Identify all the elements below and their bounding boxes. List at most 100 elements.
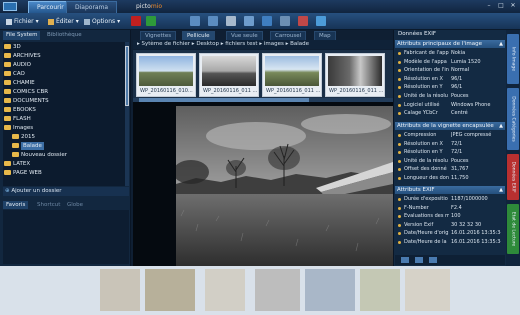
film-thumbnail[interactable] — [305, 269, 355, 311]
tree-item[interactable]: 2015 — [3, 133, 125, 141]
bottom-filmstrip — [0, 266, 520, 315]
tree-item[interactable]: DOCUMENTS — [3, 97, 125, 105]
tree-item[interactable]: Images — [3, 124, 125, 132]
section-header[interactable]: Attributs de la vignette encapsulée ▲ — [395, 122, 505, 130]
tab-carrousel[interactable]: Carrousel — [270, 31, 307, 40]
rotate-icon[interactable] — [146, 16, 156, 26]
tree-item[interactable]: AUDIO — [3, 61, 125, 69]
film-thumbnail[interactable] — [405, 269, 450, 311]
tab-globe[interactable]: Globe — [64, 201, 86, 209]
tree-item[interactable]: FLASH — [3, 115, 125, 123]
thumbnail[interactable]: WP_20160116_011 ... — [325, 53, 385, 97]
tree-item-label: Nouveau dossier — [21, 152, 67, 158]
thumbnail-strip: WP_20160116_010... WP_20160116_011 ... W… — [133, 50, 393, 98]
menu-editer[interactable]: Éditer ▾ — [45, 16, 82, 27]
exif-key: Modèle de l'appa — [404, 58, 447, 65]
folder-icon — [4, 71, 11, 76]
exif-key: Compression — [404, 132, 437, 138]
chevron-up-icon: ▲ — [499, 123, 503, 129]
folder-icon — [4, 89, 11, 94]
detail-view-icon[interactable] — [429, 257, 437, 263]
tree-item[interactable]: Nouveau dossier — [3, 151, 125, 159]
minimize-button[interactable]: – — [484, 2, 494, 10]
exif-value: Centré — [451, 110, 468, 117]
exif-row: Résolution en Y 72/1 — [395, 148, 505, 157]
tree-item-label: ARCHIVES — [13, 53, 41, 59]
tab-file-system[interactable]: File System — [3, 31, 41, 40]
tree-item[interactable]: CAO — [3, 70, 125, 78]
tree-scrollbar[interactable] — [125, 42, 129, 186]
tab-map[interactable]: Map — [314, 31, 336, 40]
menu-options-label: Options — [92, 18, 116, 25]
tree-item-label: PAGE WEB — [13, 170, 42, 176]
film-thumbnail[interactable] — [360, 269, 400, 311]
toolbar: Fichier ▾ Éditer ▾ Options ▾ — [0, 13, 520, 30]
side-tab-categories[interactable]: Données Catégories — [507, 88, 519, 150]
tab-bibliotheque[interactable]: Bibliothèque — [44, 31, 85, 40]
tab-vignettes[interactable]: Vignettes — [140, 31, 177, 40]
close-button[interactable]: ✕ — [508, 2, 518, 10]
exif-value: Pouces — [451, 93, 469, 99]
add-folder-button[interactable]: ⊕ Ajouter un dossier — [3, 187, 129, 196]
side-tab-lecture[interactable]: Etat de Lecture — [507, 204, 519, 254]
grid-view-icon[interactable] — [401, 257, 409, 263]
tree-item[interactable]: 3D — [3, 43, 125, 51]
refresh-icon[interactable] — [131, 16, 141, 26]
bullet-icon — [398, 206, 401, 210]
film-thumbnail[interactable] — [205, 269, 245, 311]
breadcrumb[interactable]: ▸ Sytème de fichier ▸ Desktop ▸ fichiers… — [133, 40, 393, 49]
tab-shortcut[interactable]: Shortcut — [34, 201, 63, 209]
film-thumbnail[interactable] — [255, 269, 300, 311]
tree-item[interactable]: EBOOKS — [3, 106, 125, 114]
email-icon[interactable] — [262, 16, 272, 26]
tree-item[interactable]: CHAMIE — [3, 79, 125, 87]
thumbnail[interactable]: WP_20160116_011 ... — [262, 53, 322, 97]
delete-icon[interactable] — [298, 16, 308, 26]
share-icon[interactable] — [280, 16, 290, 26]
folder-icon — [4, 80, 11, 85]
exif-row: Evaluations des m 100 — [395, 212, 505, 221]
tree-item-label: LATEX — [13, 161, 31, 167]
side-tab-exif[interactable]: Données EXIF — [507, 154, 519, 200]
exif-panel-footer — [395, 255, 505, 265]
tree-item[interactable]: LATEX — [3, 160, 125, 168]
tree-item-selected[interactable]: Balade — [3, 142, 125, 150]
image-viewer[interactable] — [133, 102, 393, 266]
folder-icon — [4, 44, 11, 49]
exif-key: Durée d'expositio — [404, 196, 448, 202]
forward-icon[interactable] — [208, 16, 218, 26]
list-view-icon[interactable] — [415, 257, 423, 263]
thumbnail[interactable]: WP_20160116_010... — [136, 53, 196, 97]
bullet-icon — [398, 151, 401, 155]
app-icon[interactable] — [3, 2, 17, 11]
tree-item[interactable]: ARCHIVES — [3, 52, 125, 60]
section-header[interactable]: Attributs EXIF ▲ — [395, 186, 505, 194]
view-icon[interactable] — [316, 16, 326, 26]
tab-pellicule[interactable]: Pellicule — [182, 31, 215, 40]
maximize-button[interactable]: □ — [496, 2, 506, 10]
exif-value: 100 — [451, 213, 461, 220]
tree-item-label: Balade — [21, 142, 44, 150]
tab-favoris[interactable]: Favoris — [3, 201, 29, 209]
menu-fichier[interactable]: Fichier ▾ — [3, 16, 42, 27]
thumbnail-caption: WP_20160116_011 ... — [266, 88, 320, 94]
tree-item-label: Images — [13, 125, 34, 131]
exif-value: Windows Phone — [451, 101, 491, 108]
film-thumbnail[interactable] — [145, 269, 195, 311]
section-header[interactable]: Attributs principaux de l'image ▲ — [395, 40, 505, 48]
tree-item[interactable]: COMICS CBR — [3, 88, 125, 96]
copy-icon[interactable] — [244, 16, 254, 26]
scrollbar-thumb[interactable] — [125, 46, 129, 106]
side-tab-info-image[interactable]: Info Image — [507, 34, 519, 84]
menu-options[interactable]: Options ▾ — [81, 16, 123, 27]
section-title: Attributs EXIF — [397, 187, 435, 193]
back-icon[interactable] — [190, 16, 200, 26]
film-thumbnail[interactable] — [100, 269, 140, 311]
tab-diaporama[interactable]: Diaporama — [66, 1, 118, 13]
exif-value: 96/1 — [451, 84, 463, 91]
tree-item[interactable]: PAGE WEB — [3, 169, 125, 177]
tab-vue-seule[interactable]: Vue seule — [226, 31, 263, 40]
thumbnail[interactable]: WP_20160116_011 ... — [199, 53, 259, 97]
logo-part-1: picto — [136, 3, 151, 10]
print-icon[interactable] — [226, 16, 236, 26]
